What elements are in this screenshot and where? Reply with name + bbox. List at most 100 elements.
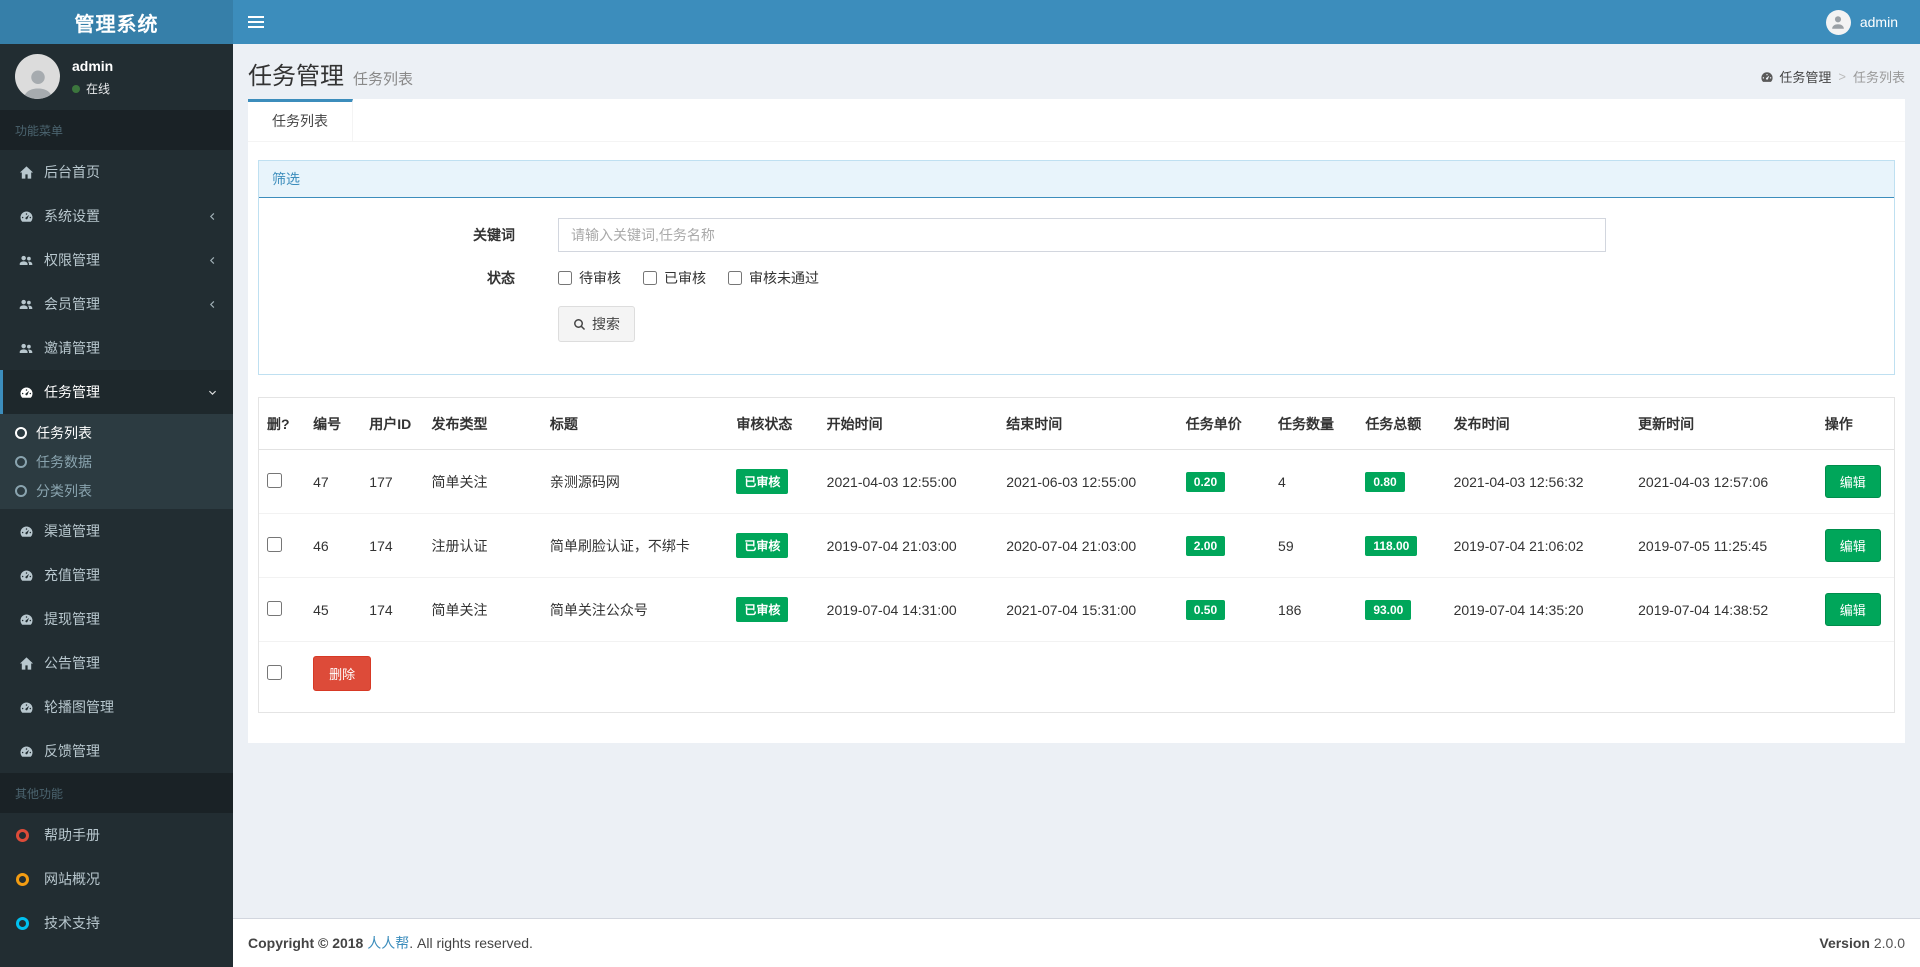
tab-bar: 任务列表 <box>248 99 1905 142</box>
sidebar-subitem-task-data[interactable]: 任务数据 <box>0 447 233 476</box>
sidebar-item-channels[interactable]: 渠道管理 <box>0 509 233 553</box>
footer-brand-link[interactable]: 人人帮 <box>367 935 409 951</box>
sidebar-item-permissions[interactable]: 权限管理 <box>0 238 233 282</box>
gauge-icon <box>15 568 37 583</box>
brand-logo[interactable]: 管理系统 <box>0 0 233 44</box>
cell-title: 亲测源码网 <box>541 449 729 514</box>
cell-user-id: 174 <box>361 513 424 578</box>
cell-title: 简单关注公众号 <box>541 577 729 642</box>
breadcrumb: 任务管理 > 任务列表 <box>1760 67 1905 86</box>
edit-button[interactable]: 编辑 <box>1824 465 1881 498</box>
col-header-actions: 操作 <box>1816 398 1894 450</box>
select-all-checkbox[interactable] <box>267 664 282 680</box>
cell-publish-type: 注册认证 <box>423 513 542 578</box>
tab-task-list[interactable]: 任务列表 <box>248 99 353 141</box>
total-badge: 118.00 <box>1365 535 1418 556</box>
sidebar-item-system-settings[interactable]: 系统设置 <box>0 194 233 238</box>
circle-o-icon <box>15 828 29 842</box>
gauge-icon <box>15 700 37 715</box>
cell-start-time: 2019-07-04 21:03:00 <box>818 513 999 578</box>
sidebar-section-header: 功能菜单 <box>0 110 233 150</box>
sidebar-item-announcements[interactable]: 公告管理 <box>0 641 233 685</box>
tab-panel: 任务列表 筛选 关键词 状态 <box>248 99 1905 743</box>
chevron-down-icon <box>207 387 218 398</box>
users-icon <box>15 297 37 312</box>
content: 任务列表 筛选 关键词 状态 <box>233 91 1920 918</box>
status-option-pending[interactable]: 待审核 <box>558 268 621 288</box>
sidebar-item-site-overview[interactable]: 网站概况 <box>0 857 233 901</box>
sidebar-item-invitations[interactable]: 邀请管理 <box>0 326 233 370</box>
filter-panel-title: 筛选 <box>259 161 1894 198</box>
table-header-row: 删? 编号 用户ID 发布类型 标题 审核状态 开始时间 结束时间 任务单价 任… <box>259 398 1894 450</box>
col-header-publish-type: 发布类型 <box>423 398 542 450</box>
status-option-approved[interactable]: 已审核 <box>643 268 706 288</box>
cell-id: 47 <box>305 449 362 514</box>
task-table-panel: 删? 编号 用户ID 发布类型 标题 审核状态 开始时间 结束时间 任务单价 任… <box>258 397 1895 713</box>
sidebar-item-help-manual[interactable]: 帮助手册 <box>0 813 233 857</box>
unit-price-badge: 2.00 <box>1185 535 1226 556</box>
chevron-left-icon <box>207 255 218 266</box>
cell-end-time: 2021-06-03 12:55:00 <box>998 449 1178 514</box>
circle-o-icon <box>15 916 29 930</box>
keyword-label: 关键词 <box>473 227 515 243</box>
table-row: 45 174 简单关注 简单关注公众号 已审核 2019-07-04 14:31… <box>259 577 1894 642</box>
edit-button[interactable]: 编辑 <box>1824 529 1881 562</box>
keyword-input[interactable] <box>558 218 1606 252</box>
search-button[interactable]: 搜索 <box>558 306 635 342</box>
col-header-quantity: 任务数量 <box>1270 398 1358 450</box>
sidebar-item-label: 轮播图管理 <box>44 699 114 715</box>
status-checkbox-rejected[interactable] <box>728 271 742 285</box>
search-icon <box>574 318 586 330</box>
row-select-checkbox[interactable] <box>267 600 282 616</box>
page-subtitle: 任务列表 <box>353 71 414 88</box>
status-option-rejected[interactable]: 审核未通过 <box>728 268 819 288</box>
tasks-submenu: 任务列表 任务数据 分类列表 <box>0 414 233 509</box>
status-checkbox-approved[interactable] <box>643 271 657 285</box>
sidebar-subitem-category-list[interactable]: 分类列表 <box>0 476 233 505</box>
circle-o-icon <box>15 455 27 468</box>
cell-quantity: 4 <box>1270 449 1358 514</box>
tab-content: 筛选 关键词 状态 待审核 <box>248 142 1905 743</box>
footer: Copyright © 2018 人人帮. All rights reserve… <box>233 918 1920 967</box>
sidebar-item-tech-support[interactable]: 技术支持 <box>0 901 233 945</box>
sidebar-item-dashboard[interactable]: 后台首页 <box>0 150 233 194</box>
search-button-label: 搜索 <box>592 316 620 332</box>
sidebar-item-withdrawals[interactable]: 提现管理 <box>0 597 233 641</box>
sidebar-item-carousel[interactable]: 轮播图管理 <box>0 685 233 729</box>
sidebar-item-tasks[interactable]: 任务管理 <box>0 370 233 414</box>
cell-id: 46 <box>305 513 362 578</box>
sidebar-item-feedback[interactable]: 反馈管理 <box>0 729 233 773</box>
row-select-checkbox[interactable] <box>267 472 282 488</box>
sidebar-item-label: 邀请管理 <box>44 340 100 356</box>
gauge-icon <box>1761 71 1773 82</box>
col-header-user-id: 用户ID <box>361 398 424 450</box>
home-icon <box>15 656 37 671</box>
sidebar-toggle-button[interactable] <box>233 0 279 44</box>
edit-button[interactable]: 编辑 <box>1824 593 1881 626</box>
circle-o-icon <box>15 426 27 439</box>
table-row: 47 177 简单关注 亲测源码网 已审核 2021-04-03 12:55:0… <box>259 449 1894 514</box>
sidebar-item-members[interactable]: 会员管理 <box>0 282 233 326</box>
user-status[interactable]: 在线 <box>72 80 113 97</box>
status-checkbox-pending[interactable] <box>558 271 572 285</box>
cell-publish-time: 2021-04-03 12:56:32 <box>1445 449 1631 514</box>
sidebar-item-recharge[interactable]: 充值管理 <box>0 553 233 597</box>
delete-button[interactable]: 删除 <box>313 656 372 691</box>
sidebar-subitem-label: 任务列表 <box>36 424 92 441</box>
cell-update-time: 2021-04-03 12:57:06 <box>1630 449 1817 514</box>
footer-version-label: Version <box>1819 935 1870 951</box>
filter-panel: 筛选 关键词 状态 待审核 <box>258 160 1895 375</box>
sidebar-subitem-task-list[interactable]: 任务列表 <box>0 418 233 447</box>
row-select-checkbox[interactable] <box>267 536 282 552</box>
breadcrumb-parent[interactable]: 任务管理 <box>1760 67 1831 86</box>
sidebar-item-label: 提现管理 <box>44 611 100 627</box>
navbar-user-menu[interactable]: admin <box>1804 0 1920 44</box>
users-icon <box>15 341 37 356</box>
status-badge: 已审核 <box>736 469 789 494</box>
cell-update-time: 2019-07-04 14:38:52 <box>1630 577 1817 642</box>
footer-version: Version 2.0.0 <box>1819 935 1905 951</box>
sidebar-subitem-label: 分类列表 <box>36 482 92 499</box>
cell-publish-type: 简单关注 <box>423 449 542 514</box>
breadcrumb-current: 任务列表 <box>1852 70 1905 85</box>
cell-end-time: 2021-07-04 15:31:00 <box>998 577 1178 642</box>
